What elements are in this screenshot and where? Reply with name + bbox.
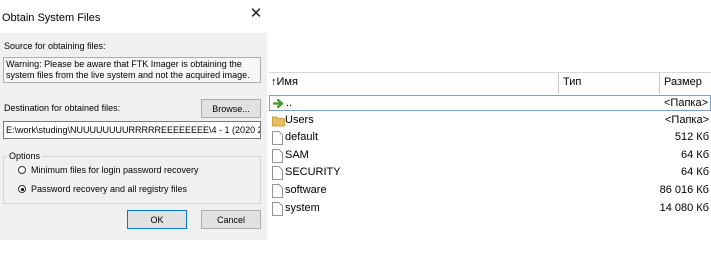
dialog-titlebar: Obtain System Files ✕ <box>0 0 267 33</box>
close-icon[interactable]: ✕ <box>248 6 264 22</box>
warning-box: Warning: Please be aware that FTK Imager… <box>3 57 261 83</box>
minimum-files-radio[interactable] <box>18 166 26 174</box>
file-name: system <box>285 202 320 214</box>
file-row[interactable]: system 14 080 Кб <box>269 201 711 217</box>
column-header-type[interactable]: Тип <box>563 76 581 88</box>
full-recovery-radio[interactable] <box>18 185 26 193</box>
file-name: default <box>285 131 319 143</box>
file-name: SAM <box>285 149 309 161</box>
minimum-files-label: Minimum files for login password recover… <box>31 165 199 175</box>
source-label: Source for obtaining files: <box>4 41 106 51</box>
obtain-system-files-dialog: Obtain System Files ✕ Source for obtaini… <box>0 0 267 240</box>
destination-label: Destination for obtained files: <box>4 103 121 113</box>
column-divider[interactable] <box>659 73 660 94</box>
column-header-size[interactable]: Размер <box>664 76 702 88</box>
file-size: 64 Кб <box>681 166 709 178</box>
file-row[interactable]: Users <Папка> <box>269 113 711 129</box>
ok-button[interactable]: OK <box>127 210 187 229</box>
file-name: software <box>285 184 327 196</box>
file-size: 64 Кб <box>681 149 709 161</box>
file-row[interactable]: software 86 016 Кб <box>269 183 711 199</box>
file-name: SECURITY <box>285 166 341 178</box>
file-icon <box>272 131 283 145</box>
file-size: <Папка> <box>664 97 708 109</box>
file-size: 86 016 Кб <box>659 184 709 196</box>
file-row[interactable]: SAM 64 Кб <box>269 148 711 164</box>
file-icon <box>272 184 283 198</box>
file-icon <box>272 149 283 163</box>
file-size: <Папка> <box>665 114 709 126</box>
full-recovery-label: Password recovery and all registry files <box>31 184 188 194</box>
column-header-name[interactable]: ↑Имя <box>271 76 298 88</box>
options-legend: Options <box>7 151 43 161</box>
file-name: Users <box>285 114 314 126</box>
file-row[interactable]: SECURITY 64 Кб <box>269 165 711 181</box>
file-name: .. <box>286 97 293 109</box>
cancel-button[interactable]: Cancel <box>201 210 261 229</box>
file-size: 14 080 Кб <box>659 202 709 214</box>
column-divider[interactable] <box>558 73 559 94</box>
header-top-border <box>269 72 711 73</box>
folder-icon <box>272 116 285 127</box>
file-icon <box>272 166 283 180</box>
file-icon <box>272 202 283 216</box>
file-row[interactable]: default 512 Кб <box>269 130 711 146</box>
browse-button[interactable]: Browse... <box>201 99 261 118</box>
destination-path-field[interactable]: E:\work\studing\NUUUUUUUURRRRREEEEEEEE\4… <box>3 121 261 139</box>
dialog-title: Obtain System Files <box>2 12 101 24</box>
file-size: 512 Кб <box>674 131 709 143</box>
options-group <box>3 156 261 204</box>
file-row-parent[interactable]: .. <Папка> <box>269 95 711 111</box>
up-arrow-icon <box>273 98 284 109</box>
